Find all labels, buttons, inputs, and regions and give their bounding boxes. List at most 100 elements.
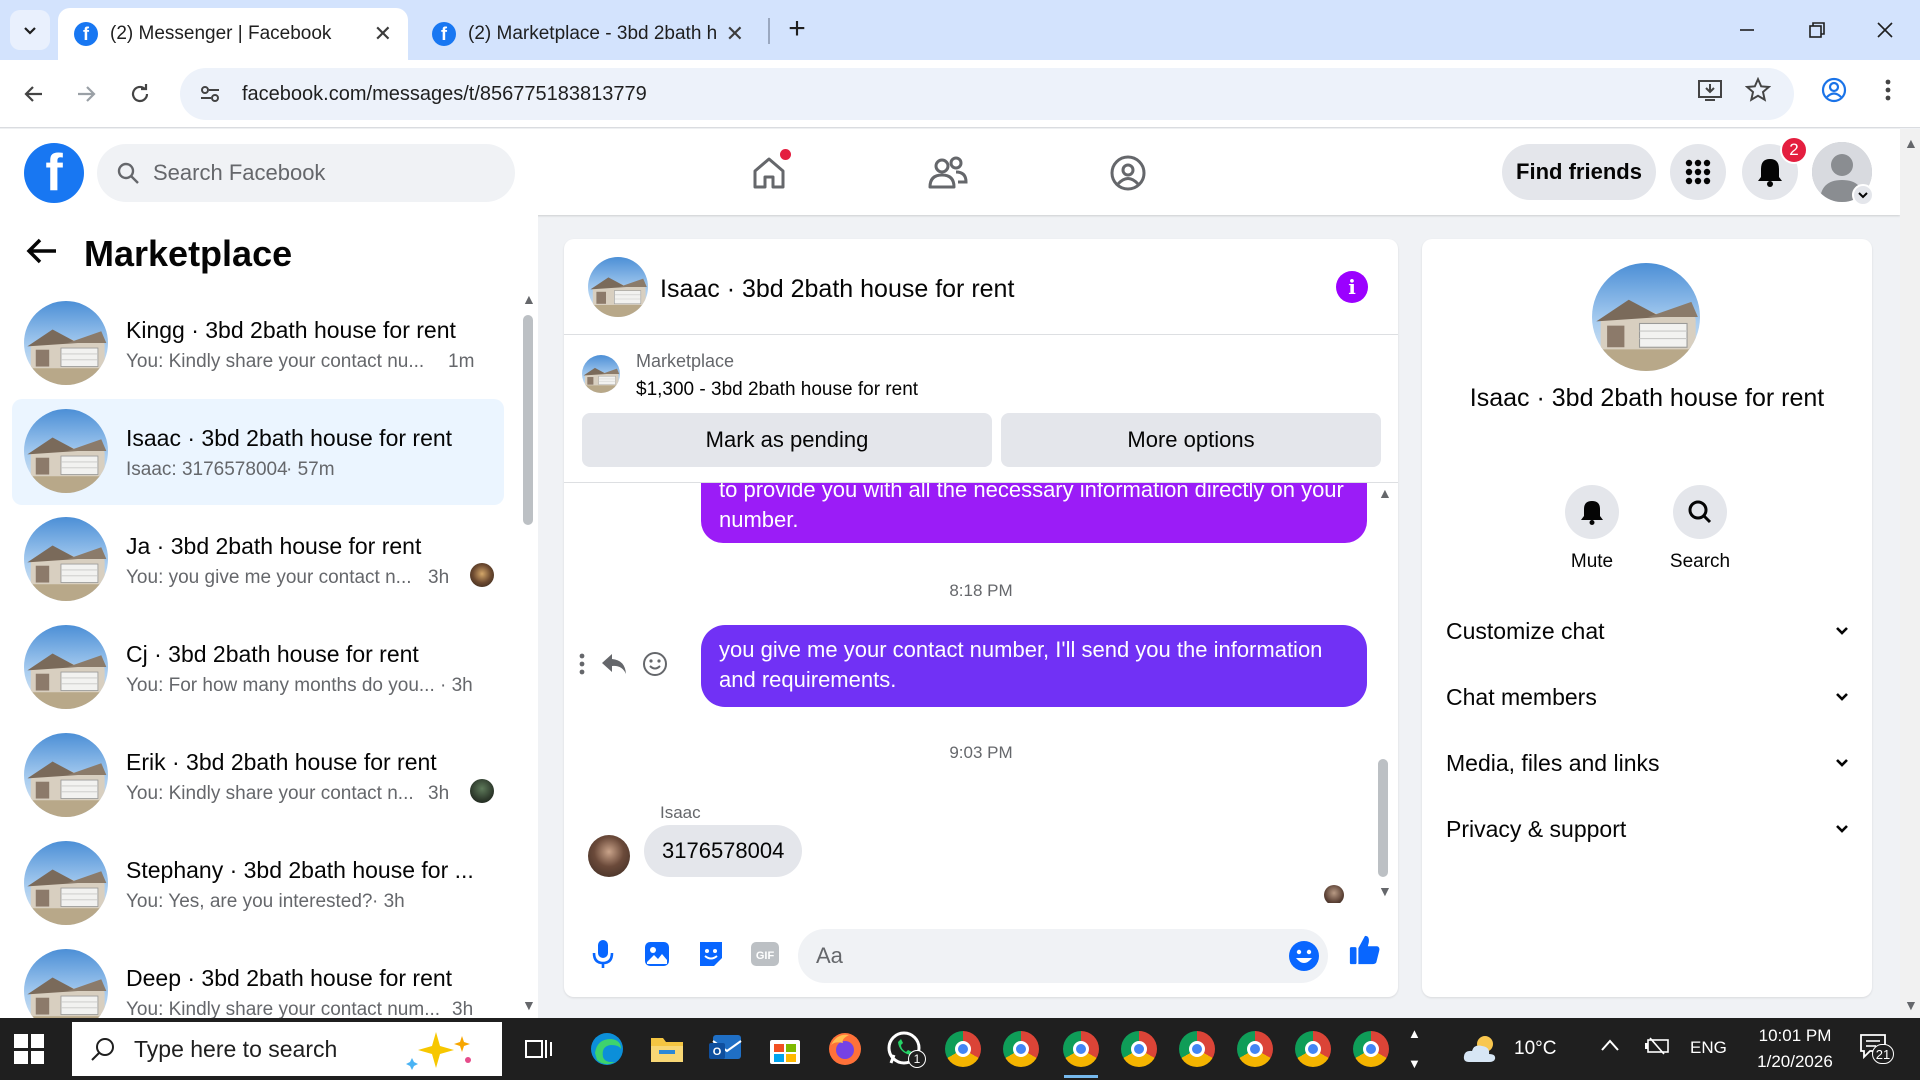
tab-search-dropdown[interactable]: [10, 10, 50, 50]
back-button[interactable]: [14, 74, 54, 114]
back-arrow-icon[interactable]: [26, 235, 58, 274]
listing-house-avatar[interactable]: [582, 355, 620, 393]
message-input[interactable]: [816, 941, 1256, 971]
chrome-profile-icon[interactable]: [1118, 1028, 1160, 1070]
like-thumb-icon[interactable]: [1348, 933, 1382, 967]
facebook-logo[interactable]: f: [24, 143, 84, 203]
find-friends-button[interactable]: Find friends: [1502, 144, 1656, 200]
action-center-icon[interactable]: 21: [1858, 1032, 1894, 1066]
details-house-avatar[interactable]: [1592, 263, 1700, 371]
file-explorer-icon[interactable]: [646, 1028, 688, 1070]
react-smiley-icon[interactable]: [642, 651, 668, 677]
browser-menu-button[interactable]: [1870, 72, 1906, 108]
sticker-icon[interactable]: [694, 937, 728, 971]
taskbar-overflow-up[interactable]: ▲: [1408, 1026, 1421, 1041]
forward-button[interactable]: [66, 74, 106, 114]
gif-icon[interactable]: GIF: [748, 937, 782, 971]
task-view-icon[interactable]: [518, 1028, 560, 1070]
chrome-profile-icon[interactable]: [1234, 1028, 1276, 1070]
sender-avatar[interactable]: [588, 835, 630, 877]
site-settings-icon[interactable]: [196, 80, 224, 108]
mark-as-pending-button[interactable]: Mark as pending: [582, 413, 992, 467]
privacy-support-section[interactable]: Privacy & support: [1446, 809, 1850, 849]
address-bar[interactable]: facebook.com/messages/t/856775183813779: [180, 68, 1794, 120]
tab-marketplace[interactable]: f (2) Marketplace - 3bd 2bath house for …: [416, 8, 760, 60]
install-app-button[interactable]: [1692, 72, 1728, 108]
edge-icon[interactable]: [586, 1028, 628, 1070]
page-scroll-up-arrow[interactable]: ▲: [1904, 135, 1918, 151]
conversation-item[interactable]: Cj · 3bd 2bath house for rent You: For h…: [12, 615, 504, 721]
search-input[interactable]: [153, 160, 493, 186]
chrome-profile-icon[interactable]: [1292, 1028, 1334, 1070]
scroll-down-arrow[interactable]: ▼: [522, 997, 536, 1013]
language-indicator[interactable]: ENG: [1690, 1038, 1727, 1058]
groups-nav-button[interactable]: [1104, 149, 1152, 197]
page-scrollbar[interactable]: ▲ ▼: [1900, 129, 1920, 1018]
photo-icon[interactable]: [640, 937, 674, 971]
windows-start-icon[interactable]: [14, 1034, 44, 1064]
received-message-bubble[interactable]: 3176578004: [644, 825, 803, 877]
page-scroll-down-arrow[interactable]: ▼: [1904, 997, 1918, 1013]
tab-messenger[interactable]: f (2) Messenger | Facebook ✕: [58, 8, 408, 60]
battery-icon[interactable]: [1644, 1036, 1672, 1062]
tab-close-icon[interactable]: ✕: [726, 21, 744, 47]
chrome-profile-icon[interactable]: [942, 1028, 984, 1070]
clock-time[interactable]: 10:01 PM: [1750, 1026, 1840, 1046]
conversation-item[interactable]: Kingg · 3bd 2bath house for rent You: Ki…: [12, 291, 504, 397]
conversation-item[interactable]: Stephany · 3bd 2bath house for ... You: …: [12, 831, 504, 937]
minimize-window-button[interactable]: [1722, 10, 1772, 50]
notifications-button[interactable]: 2: [1742, 136, 1808, 200]
message-input-container[interactable]: [798, 929, 1328, 983]
message-list[interactable]: to provide you with all the necessary in…: [564, 483, 1398, 903]
sent-message-bubble[interactable]: to provide you with all the necessary in…: [701, 483, 1367, 543]
conversation-item-selected[interactable]: Isaac · 3bd 2bath house for rent Isaac: …: [12, 399, 504, 505]
listing-price[interactable]: $1,300 - 3bd 2bath house for rent: [636, 379, 918, 401]
friends-nav-button[interactable]: [924, 149, 972, 197]
search-in-chat-button[interactable]: Search: [1660, 485, 1740, 573]
taskbar-overflow-down[interactable]: ▼: [1408, 1056, 1421, 1071]
new-tab-button[interactable]: +: [780, 12, 814, 46]
reply-icon[interactable]: [600, 652, 628, 676]
customize-chat-section[interactable]: Customize chat: [1446, 611, 1850, 651]
profile-button[interactable]: [1816, 72, 1852, 108]
chrome-profile-icon[interactable]: [1176, 1028, 1218, 1070]
sent-message-bubble[interactable]: you give me your contact number, I'll se…: [701, 625, 1367, 707]
chat-house-avatar[interactable]: [588, 257, 648, 317]
facebook-search[interactable]: [97, 144, 515, 202]
chrome-profile-icon[interactable]: [1350, 1028, 1392, 1070]
sidebar-scrollbar[interactable]: [523, 315, 533, 525]
media-files-links-section[interactable]: Media, files and links: [1446, 743, 1850, 783]
info-icon[interactable]: i: [1336, 271, 1368, 303]
chat-scroll-down-arrow[interactable]: ▼: [1378, 883, 1392, 899]
microphone-icon[interactable]: [586, 937, 620, 971]
emoji-icon[interactable]: [1288, 940, 1320, 977]
clock-date[interactable]: 1/20/2026: [1750, 1052, 1840, 1072]
mute-button[interactable]: Mute: [1552, 485, 1632, 573]
account-chevron[interactable]: [1852, 184, 1874, 206]
chat-scrollbar[interactable]: [1378, 759, 1388, 877]
chat-members-section[interactable]: Chat members: [1446, 677, 1850, 717]
scroll-up-arrow[interactable]: ▲: [522, 291, 536, 307]
chrome-active-icon[interactable]: [1060, 1028, 1102, 1078]
mail-icon[interactable]: O: [704, 1028, 746, 1070]
chat-scroll-up-arrow[interactable]: ▲: [1378, 485, 1392, 501]
conversation-item[interactable]: Erik · 3bd 2bath house for rent You: Kin…: [12, 723, 504, 829]
close-window-button[interactable]: [1860, 10, 1910, 50]
menu-button[interactable]: [1670, 144, 1726, 200]
more-vertical-icon[interactable]: [578, 653, 586, 675]
weather-icon[interactable]: [1460, 1028, 1502, 1070]
more-options-button[interactable]: More options: [1001, 413, 1381, 467]
taskbar-search[interactable]: Type here to search: [72, 1022, 502, 1076]
tab-close-icon[interactable]: ✕: [374, 21, 392, 47]
tray-chevron-up-icon[interactable]: [1600, 1036, 1620, 1058]
whatsapp-icon[interactable]: 1: [884, 1028, 926, 1070]
weather-text[interactable]: 10°C: [1514, 1038, 1556, 1060]
firefox-icon[interactable]: [824, 1028, 866, 1070]
bookmark-button[interactable]: [1740, 72, 1776, 108]
chrome-profile-icon[interactable]: [1000, 1028, 1042, 1070]
reload-button[interactable]: [120, 74, 160, 114]
conversation-item[interactable]: Ja · 3bd 2bath house for rent You: you g…: [12, 507, 504, 613]
conversation-item[interactable]: Deep · 3bd 2bath house for rent You: Kin…: [12, 939, 504, 1018]
restore-window-button[interactable]: [1792, 10, 1842, 50]
home-nav-button[interactable]: [745, 149, 793, 197]
